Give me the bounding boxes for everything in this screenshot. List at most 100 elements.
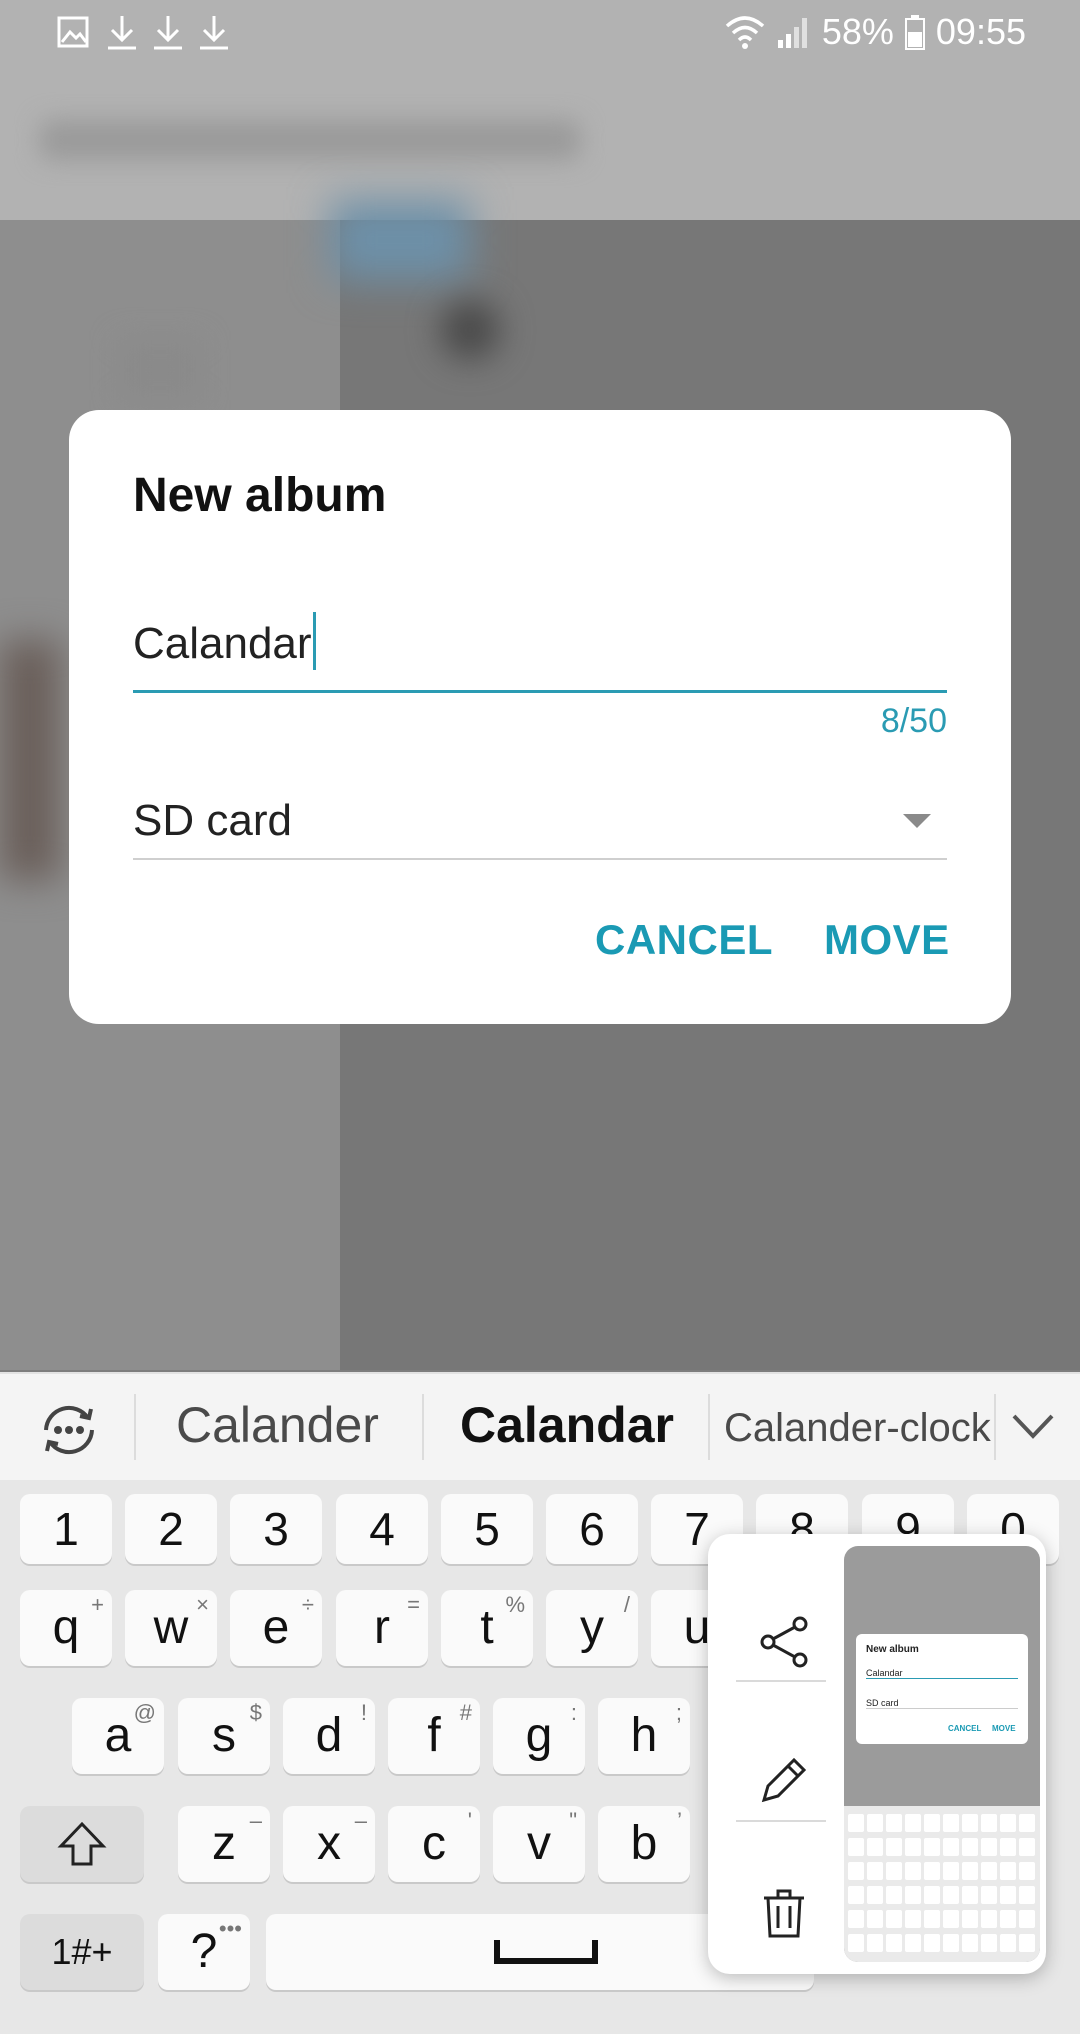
- thumb-key: [886, 1910, 902, 1928]
- key-s[interactable]: s $: [178, 1698, 270, 1774]
- key-y[interactable]: y /: [546, 1590, 638, 1666]
- thumb-key: [1019, 1862, 1035, 1880]
- key-e[interactable]: e ÷: [230, 1590, 322, 1666]
- thumb-key: [848, 1814, 864, 1832]
- suggestion-bar: Calander Calandar Calander-clock: [0, 1372, 1080, 1482]
- chevron-down-icon[interactable]: [1008, 1404, 1058, 1448]
- thumb-key: [1019, 1934, 1035, 1952]
- status-bar: 58% 09:55: [0, 0, 1080, 66]
- delete-button[interactable]: [738, 1868, 830, 1960]
- key-t[interactable]: t%: [441, 1590, 533, 1666]
- key-a[interactable]: a @: [72, 1698, 164, 1774]
- key-label: c: [422, 1817, 446, 1870]
- bg-blur-shape: [0, 640, 60, 880]
- album-name-value: Calandar: [133, 619, 312, 668]
- key-g[interactable]: g:: [493, 1698, 585, 1774]
- key-secondary: !: [360, 1700, 367, 1725]
- screenshot-thumbnail[interactable]: New album Calandar SD card CANCEL MOVE: [844, 1546, 1040, 1962]
- thumb-key: [1019, 1886, 1035, 1904]
- share-icon: [760, 1616, 808, 1668]
- key-r[interactable]: r =: [336, 1590, 428, 1666]
- key-x[interactable]: x –: [283, 1806, 375, 1882]
- key-v[interactable]: v ": [493, 1806, 585, 1882]
- thumb-key: [905, 1934, 921, 1952]
- key-secondary: $: [249, 1700, 262, 1725]
- thumb-key: [1019, 1910, 1035, 1928]
- thumb-key: [905, 1886, 921, 1904]
- thumb-key: [981, 1934, 997, 1952]
- suggestion-1[interactable]: Calander: [176, 1396, 379, 1454]
- thumb-key: [848, 1862, 864, 1880]
- edit-button[interactable]: [738, 1734, 830, 1826]
- key-5[interactable]: 5: [441, 1494, 533, 1564]
- bg-blur-shape: [440, 300, 500, 360]
- suggestion-2[interactable]: Calandar: [460, 1396, 674, 1454]
- key-secondary: ÷: [301, 1592, 314, 1617]
- suggestion-3[interactable]: Calander-clock: [724, 1406, 991, 1451]
- thumb-key: [981, 1862, 997, 1880]
- key-c[interactable]: c ': [388, 1806, 480, 1882]
- suggestion-divider: [708, 1394, 710, 1460]
- storage-dropdown[interactable]: SD card: [133, 778, 947, 860]
- key-d[interactable]: d!: [283, 1698, 375, 1774]
- thumb-key: [1000, 1862, 1016, 1880]
- text-cursor: [312, 612, 316, 670]
- thumb-key: [886, 1934, 902, 1952]
- key-2[interactable]: 2: [125, 1494, 217, 1564]
- key-secondary: –: [249, 1808, 262, 1833]
- thumb-key: [924, 1814, 940, 1832]
- key-secondary: =: [407, 1592, 420, 1617]
- key-label: t: [480, 1601, 494, 1654]
- thumb-key: [962, 1910, 978, 1928]
- thumb-key: [867, 1862, 883, 1880]
- key-3[interactable]: 3: [230, 1494, 322, 1564]
- thumb-key: [962, 1862, 978, 1880]
- battery-icon: [904, 15, 925, 50]
- key-h[interactable]: h;: [598, 1698, 690, 1774]
- key-label: r: [374, 1601, 390, 1654]
- thumb-value: Calandar: [866, 1668, 1018, 1679]
- thumb-key: [924, 1934, 940, 1952]
- album-name-input[interactable]: Calandar: [133, 600, 947, 693]
- key-f[interactable]: f #: [388, 1698, 480, 1774]
- thumb-key: [886, 1838, 902, 1856]
- key-secondary: ’: [677, 1808, 682, 1833]
- thumb-key: [1000, 1910, 1016, 1928]
- thumb-key: [886, 1814, 902, 1832]
- thumb-key: [1000, 1838, 1016, 1856]
- shift-key[interactable]: [20, 1806, 144, 1882]
- symbols-key[interactable]: 1#+: [20, 1914, 144, 1990]
- share-button[interactable]: [738, 1596, 830, 1688]
- key-q[interactable]: q +: [20, 1590, 112, 1666]
- key-z[interactable]: z –: [178, 1806, 270, 1882]
- thumb-key: [962, 1934, 978, 1952]
- thumb-key: [867, 1814, 883, 1832]
- gallery-icon: [57, 16, 89, 48]
- key-1[interactable]: 1: [20, 1494, 112, 1564]
- key-4[interactable]: 4: [336, 1494, 428, 1564]
- thumb-key: [886, 1886, 902, 1904]
- key-label: s: [212, 1709, 236, 1762]
- key-secondary: ': [467, 1808, 472, 1833]
- download-icon: [154, 16, 182, 50]
- thumb-storage: SD card: [866, 1698, 1018, 1709]
- key-6[interactable]: 6: [546, 1494, 638, 1564]
- key-secondary: /: [623, 1592, 630, 1617]
- download-icon: [108, 16, 136, 50]
- thumb-key: [962, 1886, 978, 1904]
- key-label: h: [630, 1709, 658, 1762]
- thumb-key: [848, 1838, 864, 1856]
- clock: 09:55: [935, 11, 1026, 52]
- key-label: x: [317, 1817, 341, 1870]
- key-question[interactable]: ? •••: [158, 1914, 250, 1990]
- key-b[interactable]: b’: [598, 1806, 690, 1882]
- key-w[interactable]: w ×: [125, 1590, 217, 1666]
- key-label: v: [527, 1817, 551, 1870]
- move-button[interactable]: MOVE: [824, 916, 950, 964]
- thumb-key: [1019, 1814, 1035, 1832]
- action-divider: [736, 1820, 826, 1822]
- suggestion-divider: [134, 1394, 136, 1460]
- key-label: e: [262, 1601, 290, 1654]
- cancel-button[interactable]: CANCEL: [595, 916, 773, 964]
- keyboard-options-icon[interactable]: [36, 1400, 102, 1460]
